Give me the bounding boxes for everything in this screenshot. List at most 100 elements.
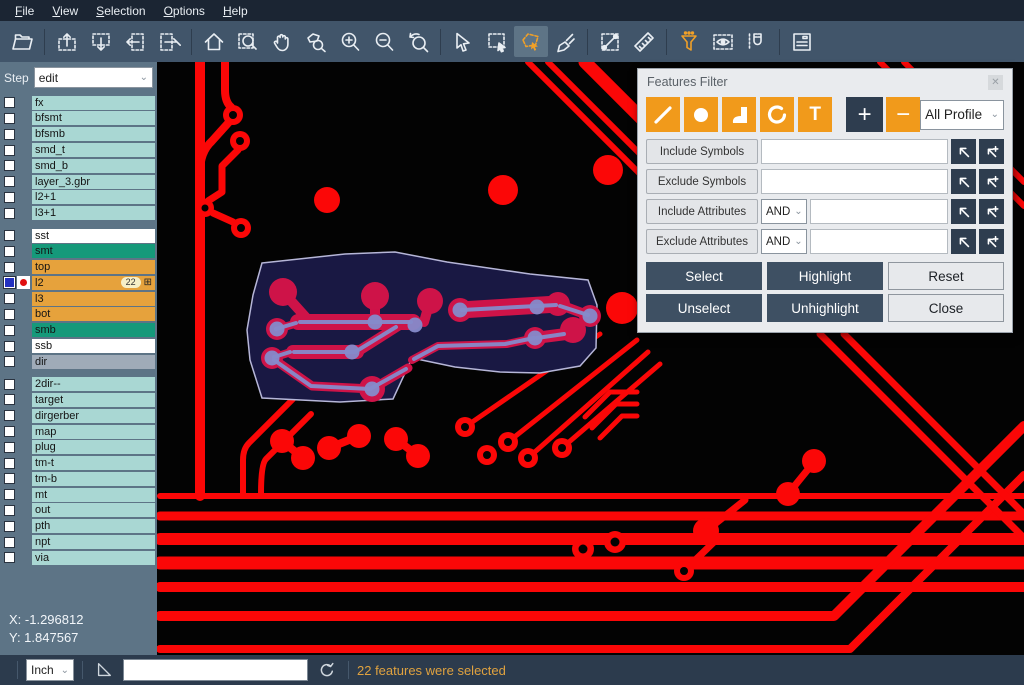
pan-right-button[interactable]: [152, 26, 186, 57]
pan-hand-button[interactable]: [265, 26, 299, 57]
layer-checkbox[interactable]: [4, 394, 15, 405]
layer-row-sst[interactable]: sst: [0, 228, 157, 243]
layer-row-pth[interactable]: pth: [0, 519, 157, 534]
layer-indicator[interactable]: [17, 409, 30, 422]
rectangle-select-button[interactable]: [480, 26, 514, 57]
layer-checkbox[interactable]: [4, 113, 15, 124]
pick-symbol-button[interactable]: [951, 169, 976, 194]
features-filter-button[interactable]: [672, 26, 706, 57]
layer-label[interactable]: top: [32, 260, 155, 274]
pick-add-symbol-button[interactable]: [979, 169, 1004, 194]
layer-label[interactable]: l2+1: [32, 190, 155, 204]
pick-add-symbol-button[interactable]: [979, 139, 1004, 164]
layer-row-smb[interactable]: smb: [0, 323, 157, 338]
layer-indicator[interactable]: [17, 520, 30, 533]
layer-checkbox[interactable]: [4, 230, 15, 241]
pick-add-attribute-button[interactable]: [979, 229, 1004, 254]
include-attributes-button[interactable]: Include Attributes: [646, 199, 758, 224]
layer-row-2dir--[interactable]: 2dir--: [0, 377, 157, 392]
menu-selection[interactable]: Selection: [87, 2, 154, 20]
layer-label[interactable]: npt: [32, 535, 155, 549]
layer-indicator[interactable]: [17, 425, 30, 438]
layer-checkbox[interactable]: [4, 426, 15, 437]
layer-checkbox[interactable]: [4, 176, 15, 187]
layer-indicator[interactable]: [17, 96, 30, 109]
include-symbols-input[interactable]: [761, 139, 948, 164]
select-arrow-button[interactable]: [446, 26, 480, 57]
zoom-in-button[interactable]: [333, 26, 367, 57]
exclude-symbols-input[interactable]: [761, 169, 948, 194]
layer-indicator[interactable]: [17, 393, 30, 406]
layer-row-l3+1[interactable]: l3+1: [0, 205, 157, 220]
highlight-button[interactable]: Highlight: [767, 262, 883, 290]
layer-row-bot[interactable]: bot: [0, 307, 157, 322]
layer-row-smt[interactable]: smt: [0, 244, 157, 259]
layer-label[interactable]: tm-t: [32, 456, 155, 470]
layer-indicator[interactable]: [17, 355, 30, 368]
feature-surface-button[interactable]: [722, 97, 756, 132]
pick-attribute-button[interactable]: [951, 199, 976, 224]
reset-button[interactable]: Reset: [888, 262, 1004, 290]
layer-label[interactable]: dir: [32, 355, 155, 369]
feature-line-button[interactable]: [646, 97, 680, 132]
layer-row-map[interactable]: map: [0, 424, 157, 439]
layer-row-smd_b[interactable]: smd_b: [0, 158, 157, 173]
menu-file[interactable]: File: [6, 2, 43, 20]
layer-row-l3[interactable]: l3: [0, 291, 157, 306]
layer-checkbox[interactable]: [4, 129, 15, 140]
layer-row-dirgerber[interactable]: dirgerber: [0, 408, 157, 423]
layer-label[interactable]: l3+1: [32, 206, 155, 220]
layer-label[interactable]: 2dir--: [32, 377, 155, 391]
feature-text-button[interactable]: T: [798, 97, 832, 132]
layer-indicator[interactable]: [17, 324, 30, 337]
layer-indicator[interactable]: [17, 144, 30, 157]
layer-checkbox[interactable]: [4, 160, 15, 171]
layer-label[interactable]: bfsmb: [32, 127, 155, 141]
layer-indicator[interactable]: [17, 551, 30, 564]
polygon-select-button[interactable]: [514, 26, 548, 57]
layer-checkbox[interactable]: [4, 356, 15, 367]
close-button[interactable]: Close: [888, 294, 1004, 322]
layer-row-smd_t[interactable]: smd_t: [0, 142, 157, 157]
layer-checkbox[interactable]: [4, 309, 15, 320]
close-icon[interactable]: ✕: [988, 75, 1003, 90]
layer-label[interactable]: bot: [32, 307, 155, 321]
menu-options[interactable]: Options: [155, 2, 214, 20]
layer-indicator[interactable]: [17, 308, 30, 321]
refresh-icon[interactable]: [318, 661, 336, 679]
feature-pad-button[interactable]: [684, 97, 718, 132]
layer-checkbox[interactable]: [4, 552, 15, 563]
layer-indicator[interactable]: [17, 245, 30, 258]
layer-row-tm-t[interactable]: tm-t: [0, 455, 157, 470]
layer-label[interactable]: out: [32, 503, 155, 517]
layer-label[interactable]: layer_3.gbr: [32, 175, 155, 189]
layer-checkbox[interactable]: [4, 379, 15, 390]
layer-checkbox[interactable]: [4, 246, 15, 257]
layer-indicator[interactable]: [17, 536, 30, 549]
pan-up-button[interactable]: [50, 26, 84, 57]
view-options-button[interactable]: [706, 26, 740, 57]
layer-row-top[interactable]: top: [0, 259, 157, 274]
layer-row-l2[interactable]: l222⊞: [0, 275, 157, 290]
layer-checkbox[interactable]: [4, 192, 15, 203]
layer-checkbox[interactable]: [4, 521, 15, 532]
layer-checkbox[interactable]: [4, 442, 15, 453]
exclude-attributes-input[interactable]: [810, 229, 948, 254]
layer-row-target[interactable]: target: [0, 392, 157, 407]
angle-measure-icon[interactable]: [95, 661, 113, 679]
layer-label[interactable]: tm-b: [32, 472, 155, 486]
unselect-button[interactable]: Unselect: [646, 294, 762, 322]
active-layer-indicator[interactable]: [17, 276, 30, 289]
step-select[interactable]: edit ⌄: [34, 67, 153, 88]
units-select[interactable]: Inch ⌄: [26, 659, 74, 681]
layer-checkbox[interactable]: [4, 410, 15, 421]
ruler-button[interactable]: [627, 26, 661, 57]
layer-checkbox[interactable]: [4, 341, 15, 352]
remove-filter-button[interactable]: −: [886, 97, 920, 132]
layer-checkbox[interactable]: [4, 458, 15, 469]
layer-label[interactable]: sst: [32, 229, 155, 243]
exclude-attributes-button[interactable]: Exclude Attributes: [646, 229, 758, 254]
layer-checkbox[interactable]: [4, 537, 15, 548]
zoom-object-button[interactable]: [299, 26, 333, 57]
layer-label[interactable]: map: [32, 425, 155, 439]
